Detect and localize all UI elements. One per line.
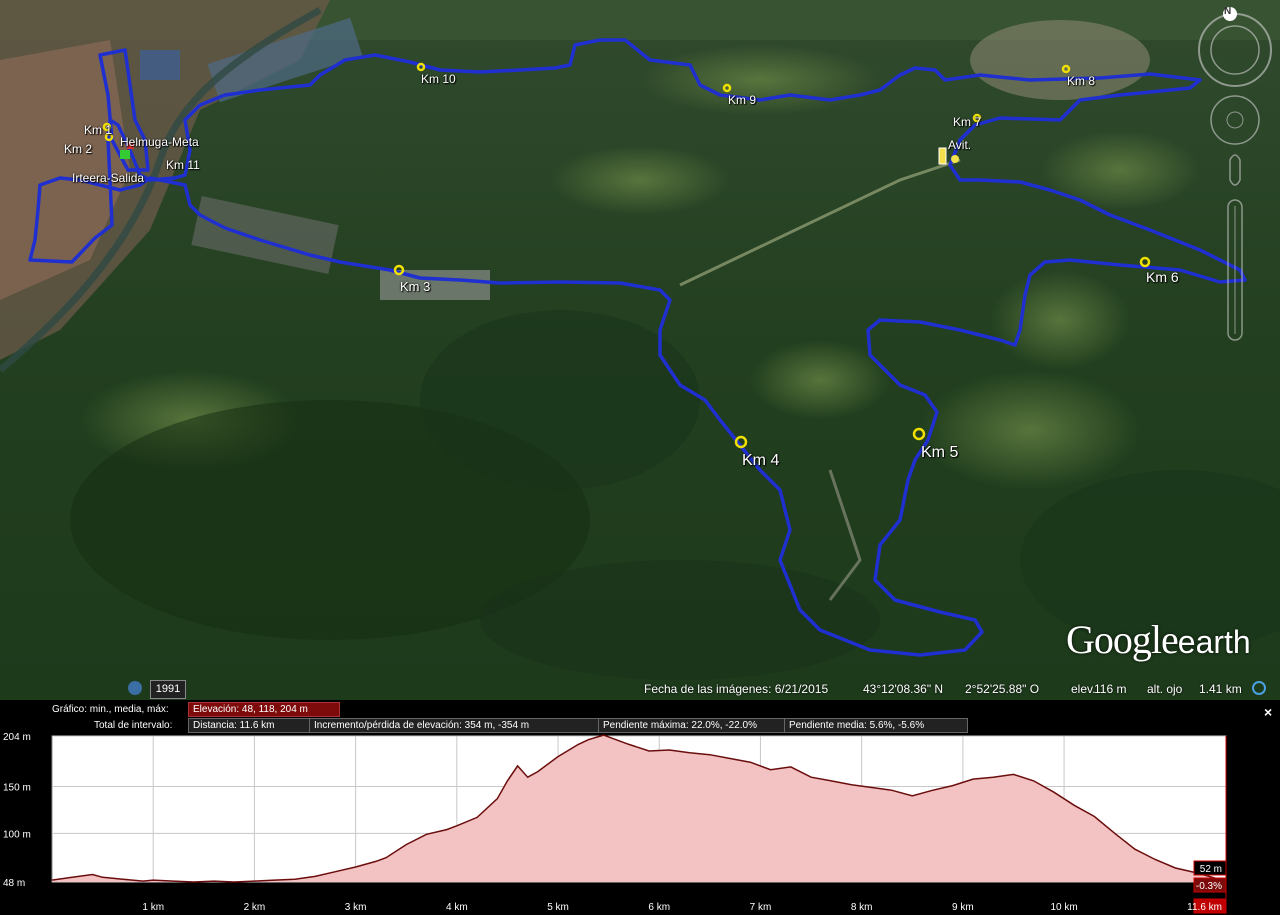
x-tick-label: 5 km xyxy=(547,902,569,913)
aid-label: Avit. xyxy=(948,138,972,152)
compass-north-label: N xyxy=(1224,6,1232,17)
logo-main-text: Google xyxy=(1066,617,1179,662)
map-view[interactable]: Km 1 Km 2 Helmuga-Meta Km 11 Irteera-Sal… xyxy=(0,0,1280,700)
km1-label: Km 1 xyxy=(84,123,113,137)
longitude: 2°52'25.88" O xyxy=(965,682,1040,696)
finish-flag-icon xyxy=(120,150,130,159)
km9-label: Km 9 xyxy=(728,93,757,107)
y-tick-label: 100 m xyxy=(3,829,31,840)
latitude: 43°12'08.36" N xyxy=(863,682,944,696)
eye-altitude-label: alt. ojo xyxy=(1147,682,1183,696)
x-tick-label: 7 km xyxy=(750,902,772,913)
x-tick-label: 4 km xyxy=(446,902,468,913)
google-earth-logo: Googleearth xyxy=(1066,616,1251,663)
x-tick-label: 10 km xyxy=(1050,902,1077,913)
streaming-status-icon xyxy=(1252,681,1266,695)
km10-label: Km 10 xyxy=(421,72,456,86)
elevation-chart[interactable]: 48 m 100 m 150 m 204 m 1 km 2 km 3 km 4 km 5 km… xyxy=(0,728,1280,915)
finish-label: Helmuga-Meta xyxy=(120,135,199,149)
elevation-label: elev. xyxy=(1071,682,1096,696)
km11-label: Km 11 xyxy=(166,158,200,172)
km5-label: Km 5 xyxy=(921,444,959,461)
km2-label: Km 2 xyxy=(64,142,93,156)
x-tick-label: 8 km xyxy=(851,902,873,913)
x-tick-label: 1 km xyxy=(142,902,164,913)
historical-imagery-year[interactable]: 1991 xyxy=(150,680,186,699)
imagery-date: Fecha de las imágenes: 6/21/2015 xyxy=(644,682,829,696)
y-tick-label: 150 m xyxy=(3,783,31,794)
cursor-distance: 11.6 km xyxy=(1187,902,1222,913)
cursor-slope: -0.3% xyxy=(1196,881,1222,892)
satellite-terrain xyxy=(0,0,1280,700)
x-tick-label: 2 km xyxy=(244,902,266,913)
km4-label: Km 4 xyxy=(742,452,780,469)
km8-label: Km 8 xyxy=(1067,74,1096,88)
km7-label: Km 7 xyxy=(953,115,982,129)
km3-label: Km 3 xyxy=(400,279,431,294)
x-tick-label: 6 km xyxy=(648,902,670,913)
graph-label: Gráfico: min., media, máx: xyxy=(52,704,169,715)
y-tick-label: 204 m xyxy=(3,732,31,743)
km6-label: Km 6 xyxy=(1146,269,1179,285)
close-profile-button[interactable]: × xyxy=(1264,704,1272,720)
cursor-elevation: 52 m xyxy=(1200,864,1222,875)
x-tick-label: 9 km xyxy=(952,902,974,913)
start-label: Irteera-Salida xyxy=(72,171,145,185)
eye-altitude-value: 1.41 km xyxy=(1199,682,1242,696)
historical-imagery-clock-icon[interactable] xyxy=(128,681,142,695)
status-bar: Fecha de las imágenes: 6/21/2015 43°12'0… xyxy=(0,678,1280,700)
logo-sub-text: earth xyxy=(1177,624,1251,660)
elevation-stats: Elevación: 48, 118, 204 m xyxy=(188,702,340,717)
y-tick-label: 48 m xyxy=(3,878,25,889)
x-tick-label: 3 km xyxy=(345,902,367,913)
elevation-value: 116 m xyxy=(1094,682,1127,696)
